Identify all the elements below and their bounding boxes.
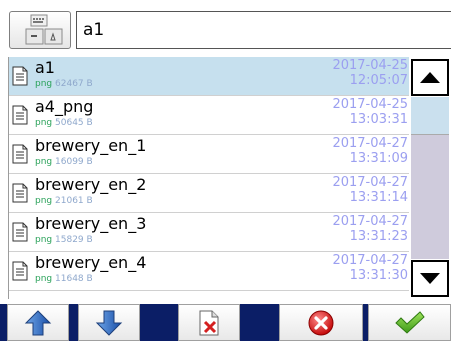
bottom-toolbar xyxy=(0,299,451,341)
file-time: 13:31:23 xyxy=(349,229,408,244)
cancel-icon xyxy=(308,310,334,335)
file-size: 50645 B xyxy=(55,118,93,128)
file-meta: png 15829 B xyxy=(35,235,93,245)
file-size: 16099 B xyxy=(55,157,93,167)
move-down-button[interactable] xyxy=(78,304,140,341)
delete-file-icon xyxy=(199,310,219,335)
file-extension: png xyxy=(35,118,53,128)
file-row[interactable]: brewery_en_3png 15829 B 2017-04-27 13:31:2… xyxy=(9,213,410,252)
file-date: 2017-04-27 xyxy=(332,175,408,190)
file-date: 2017-04-27 xyxy=(332,253,408,268)
confirm-button[interactable] xyxy=(368,304,451,341)
file-extension: png xyxy=(35,79,53,89)
file-size: 15829 B xyxy=(55,235,93,245)
file-time: 13:03:31 xyxy=(349,112,408,127)
file-extension: png xyxy=(35,274,53,284)
file-name: brewery_en_2 xyxy=(35,175,147,194)
file-name: a4_png xyxy=(35,97,94,116)
document-icon xyxy=(12,144,28,164)
file-row[interactable]: a1 png 62467 B 2017-04-25 12:05:07 xyxy=(9,57,410,96)
toolbar-separator xyxy=(240,304,279,341)
file-date: 2017-04-25 xyxy=(332,58,408,73)
file-modified: 2017-04-27 13:31:09 xyxy=(318,136,408,166)
scroll-thumb[interactable] xyxy=(411,97,449,135)
keyboard-icon xyxy=(25,14,63,45)
toolbar-separator xyxy=(140,304,178,341)
file-time: 13:31:14 xyxy=(349,190,408,205)
scrollbar[interactable] xyxy=(409,57,451,299)
file-date: 2017-04-27 xyxy=(332,214,408,229)
file-size: 62467 B xyxy=(55,79,93,89)
file-extension: png xyxy=(35,157,53,167)
document-icon xyxy=(12,66,28,86)
toolbar-separator xyxy=(0,304,7,341)
file-meta: png 21061 B xyxy=(35,196,93,206)
file-modified: 2017-04-25 12:05:07 xyxy=(318,58,408,88)
document-icon xyxy=(12,261,28,281)
file-name: a1 xyxy=(35,58,55,77)
file-modified: 2017-04-25 13:03:31 xyxy=(318,97,408,127)
arrow-down-icon xyxy=(95,310,123,336)
file-name: brewery_en_4 xyxy=(35,253,147,272)
file-meta: png 62467 B xyxy=(35,79,93,89)
file-modified: 2017-04-27 13:31:30 xyxy=(318,253,408,283)
document-icon xyxy=(12,222,28,242)
file-modified: 2017-04-27 13:31:14 xyxy=(318,175,408,205)
filename-bar: a1 xyxy=(0,0,451,57)
file-time: 13:31:09 xyxy=(349,151,408,166)
file-row[interactable]: brewery_en_2png 21061 B 2017-04-27 13:31:1… xyxy=(9,174,410,213)
move-up-button[interactable] xyxy=(7,304,69,341)
scroll-track[interactable] xyxy=(411,97,449,259)
keyboard-button[interactable] xyxy=(9,11,71,49)
file-row[interactable]: brewery_en_1png 16099 B 2017-04-27 13:31:0… xyxy=(9,135,410,174)
file-name: brewery_en_3 xyxy=(35,214,147,233)
file-meta: png 50645 B xyxy=(35,118,93,128)
file-meta: png 16099 B xyxy=(35,157,93,167)
file-list[interactable]: a1 png 62467 B 2017-04-25 12:05:07 a4_png png… xyxy=(8,57,410,299)
triangle-down-icon xyxy=(420,273,440,284)
file-size: 11648 B xyxy=(55,274,93,284)
file-time: 13:31:30 xyxy=(349,268,408,283)
file-meta: png 11648 B xyxy=(35,274,93,284)
toolbar-separator xyxy=(69,304,78,341)
scroll-down-button[interactable] xyxy=(411,260,449,297)
file-size: 21061 B xyxy=(55,196,93,206)
file-date: 2017-04-25 xyxy=(332,97,408,112)
document-icon xyxy=(12,183,28,203)
file-row[interactable]: a4_pngpng 50645 B 2017-04-25 13:03:31 xyxy=(9,96,410,135)
file-extension: png xyxy=(35,235,53,245)
delete-file-button[interactable] xyxy=(178,304,240,341)
filename-input[interactable]: a1 xyxy=(76,11,451,49)
file-modified: 2017-04-27 13:31:23 xyxy=(318,214,408,244)
arrow-up-icon xyxy=(24,309,52,335)
document-icon xyxy=(12,105,28,125)
triangle-up-icon xyxy=(420,72,440,83)
scroll-up-button[interactable] xyxy=(411,59,449,96)
file-time: 12:05:07 xyxy=(349,73,408,88)
file-row[interactable]: brewery_en_4png 11648 B 2017-04-27 13:31:3… xyxy=(9,252,410,291)
file-name: brewery_en_1 xyxy=(35,136,147,155)
file-date: 2017-04-27 xyxy=(332,136,408,151)
checkmark-icon xyxy=(394,310,425,334)
file-extension: png xyxy=(35,196,53,206)
cancel-button[interactable] xyxy=(279,304,363,341)
